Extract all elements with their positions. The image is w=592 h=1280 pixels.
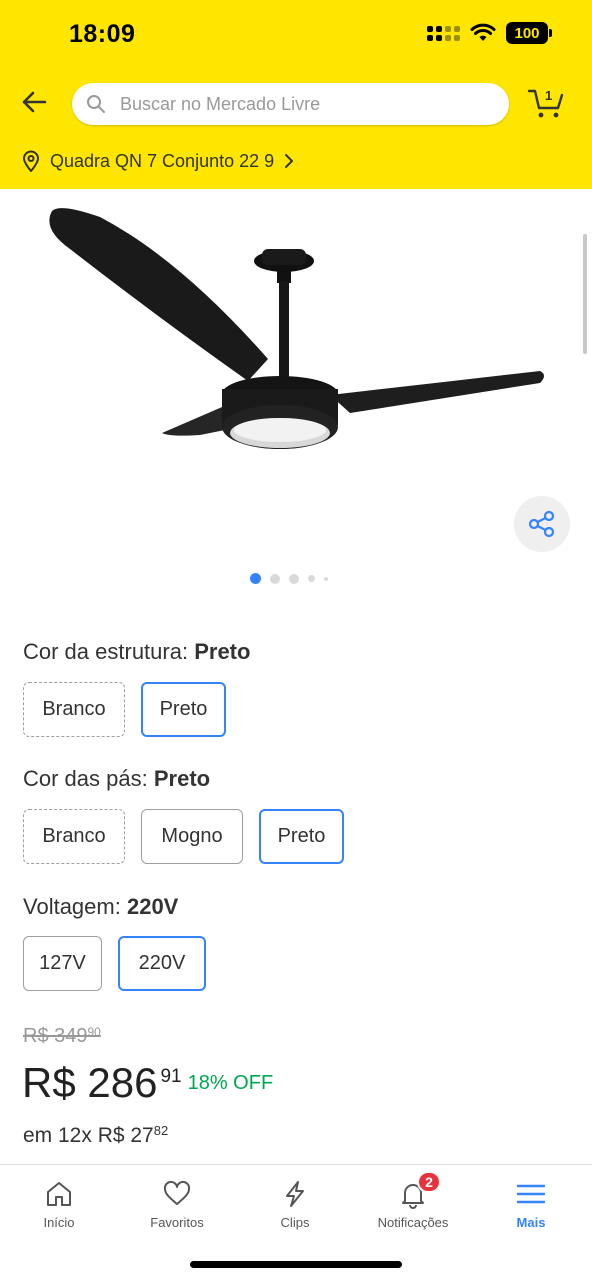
blade-color-selected: Preto <box>153 766 211 791</box>
location-text: Quadra QN 7 Conjunto 22 9 <box>50 150 275 171</box>
menu-icon <box>516 1184 546 1204</box>
structure-color-title: Cor da estrutura: Preto <box>23 639 250 665</box>
search-bar[interactable] <box>72 83 509 125</box>
voltage-option-127v[interactable]: 127V <box>23 936 102 991</box>
current-price: R$ 286 91 18% OFF <box>22 1058 273 1108</box>
gallery-dot[interactable] <box>270 573 280 584</box>
wifi-icon <box>470 23 496 41</box>
structure-color-selected: Preto <box>194 639 251 664</box>
chevron-right-icon <box>285 154 294 168</box>
voltage-option-220v[interactable]: 220V <box>118 936 206 991</box>
voltage-label: Voltagem: <box>23 894 121 919</box>
cellular-signal-icon <box>427 25 460 41</box>
search-icon <box>87 95 105 113</box>
gallery-pagination <box>250 573 328 584</box>
product-gallery[interactable] <box>0 189 592 600</box>
nav-label-clips: Clips <box>280 1215 310 1230</box>
app-header: 18:09 100 1 Quadra QN 7 Conjunt <box>0 0 592 189</box>
home-icon <box>47 1182 71 1206</box>
gallery-dot[interactable] <box>324 576 328 581</box>
delivery-location[interactable]: Quadra QN 7 Conjunto 22 9 <box>22 150 294 172</box>
nav-label-notificacoes: Notificações <box>377 1215 449 1230</box>
search-input[interactable] <box>120 93 480 115</box>
nav-label-inicio: Início <box>43 1215 75 1230</box>
battery-indicator: 100 <box>506 22 552 44</box>
blade-color-option-preto[interactable]: Preto <box>259 809 344 864</box>
current-price-value: R$ 286 <box>22 1059 158 1106</box>
old-price-cents: 90 <box>87 1025 101 1039</box>
status-time: 18:09 <box>69 20 136 48</box>
back-arrow-icon[interactable] <box>20 88 48 116</box>
lightning-icon <box>286 1181 304 1207</box>
nav-item-favoritos[interactable]: Favoritos <box>118 1179 236 1230</box>
nav-label-favoritos: Favoritos <box>150 1215 204 1230</box>
notification-badge: 2 <box>417 1171 441 1193</box>
blade-color-label: Cor das pás: <box>23 766 148 791</box>
discount-label: 18% OFF <box>187 1072 274 1094</box>
installments-cents: 82 <box>153 1123 169 1138</box>
voltage-title: Voltagem: 220V <box>23 894 178 920</box>
location-pin-icon <box>22 150 40 172</box>
old-price-value: R$ 349 <box>23 1025 88 1047</box>
current-price-cents: 91 <box>160 1066 182 1087</box>
structure-color-option-branco[interactable]: Branco <box>23 682 125 737</box>
home-indicator <box>190 1261 402 1268</box>
gallery-dot[interactable] <box>289 573 299 584</box>
structure-color-option-preto[interactable]: Preto <box>141 682 226 737</box>
nav-label-mais: Mais <box>516 1215 546 1230</box>
blade-color-title: Cor das pás: Preto <box>23 766 210 792</box>
installments-value: em 12x R$ 27 <box>23 1124 154 1147</box>
cart-count: 1 <box>545 88 553 103</box>
gallery-dot-active[interactable] <box>250 573 261 584</box>
blade-color-option-branco[interactable]: Branco <box>23 809 125 864</box>
old-price: R$ 34990 <box>23 1025 101 1048</box>
blade-color-option-mogno[interactable]: Mogno <box>141 809 243 864</box>
nav-item-clips[interactable]: Clips <box>236 1179 354 1230</box>
nav-item-inicio[interactable]: Início <box>0 1179 118 1230</box>
nav-item-notificacoes[interactable]: 2 Notificações <box>354 1171 472 1230</box>
status-icons: 100 <box>427 22 552 44</box>
gallery-dot[interactable] <box>308 575 315 582</box>
share-button[interactable] <box>514 496 570 552</box>
structure-color-label: Cor da estrutura: <box>23 639 189 664</box>
heart-icon <box>163 1180 191 1205</box>
voltage-selected: 220V <box>126 894 179 919</box>
gallery-scrollbar <box>583 234 587 354</box>
product-image[interactable] <box>0 189 592 569</box>
installments: em 12x R$ 2782 <box>23 1123 168 1148</box>
nav-item-mais[interactable]: Mais <box>472 1179 590 1230</box>
share-icon <box>528 510 555 538</box>
